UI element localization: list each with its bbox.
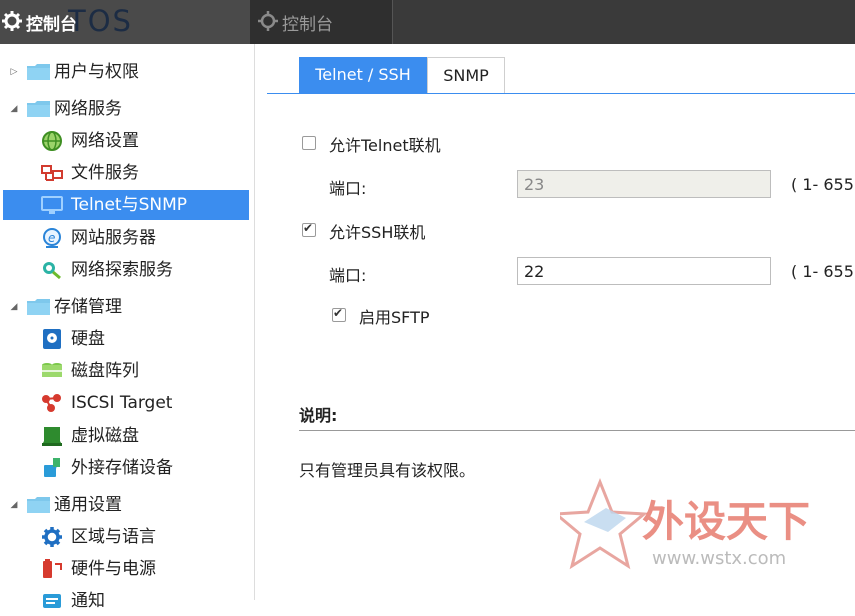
telnet-enable-checkbox[interactable] (302, 136, 316, 150)
chevron-down-icon[interactable]: ◢ (8, 292, 20, 322)
main-content: Telnet / SSH SNMP 允许Telnet联机 端口: ( 1- 65… (255, 44, 855, 600)
file-server-icon (41, 165, 63, 181)
sidebar-item-web-server[interactable]: e 网站服务器 (0, 223, 254, 253)
sidebar-item-hardware-power[interactable]: 硬件与电源 (0, 554, 254, 584)
ssh-enable-checkbox[interactable] (302, 221, 316, 237)
telnet-enable-label: 允许Telnet联机 (329, 136, 441, 155)
chevron-down-icon[interactable]: ◢ (8, 94, 20, 124)
sidebar-group-label: 网络服务 (54, 99, 122, 119)
tab-snmp[interactable]: SNMP (427, 57, 505, 93)
sidebar-item-label: 外接存储设备 (71, 458, 173, 478)
sidebar-item-label: 文件服务 (71, 163, 139, 183)
notes-title: 说明: (299, 406, 338, 425)
window-tab-control-panel[interactable]: 控制台 (250, 0, 393, 44)
sidebar-item-iscsi-target[interactable]: ISCSI Target (0, 388, 254, 418)
folder-icon (27, 64, 50, 80)
chevron-right-icon[interactable]: ▷ (8, 57, 20, 87)
sidebar: ▷ 用户与权限 ◢ 网络服务 网络设置 文件服务 Telnet与SNMP e 网… (0, 44, 255, 611)
sidebar-item-label: 网络探索服务 (71, 260, 173, 280)
telnet-port-input[interactable] (517, 170, 771, 198)
window-tab-label: 控制台 (282, 15, 333, 35)
iscsi-icon (42, 394, 61, 412)
tab-divider (267, 93, 855, 94)
telnet-port-range: ( 1- 6553 (791, 175, 855, 194)
ssh-enable-label: 允许SSH联机 (329, 223, 426, 242)
ssh-port-range: ( 1- 6553 (791, 262, 855, 281)
sidebar-item-label: 网站服务器 (71, 228, 156, 248)
sidebar-group-network-services[interactable]: ◢ 网络服务 (0, 94, 254, 124)
sidebar-item-label: 虚拟磁盘 (71, 426, 139, 446)
sidebar-item-label: 硬件与电源 (71, 559, 156, 579)
watermark-logo: 外设天下 www.wstx.com (560, 477, 810, 570)
watermark-url-text: www.wstx.com (652, 548, 786, 569)
globe-icon (42, 131, 62, 151)
battery-icon (43, 559, 62, 578)
sidebar-item-raid[interactable]: 磁盘阵列 (0, 356, 254, 386)
sidebar-item-network-discovery[interactable]: 网络探索服务 (0, 255, 254, 285)
sidebar-item-region-language[interactable]: 区域与语言 (0, 522, 254, 552)
telnet-port-label: 端口: (329, 179, 367, 198)
folder-icon (27, 497, 50, 513)
sidebar-item-external-storage[interactable]: 外接存储设备 (0, 453, 254, 483)
sidebar-item-label: Telnet与SNMP (71, 195, 188, 215)
chevron-down-icon[interactable]: ◢ (8, 490, 20, 520)
sidebar-group-label: 用户与权限 (54, 62, 139, 82)
svg-text:e: e (48, 231, 55, 245)
sidebar-item-label: ISCSI Target (71, 393, 173, 413)
ssh-port-input[interactable] (517, 257, 771, 285)
sidebar-item-notifications[interactable]: 通知 (0, 586, 254, 616)
sidebar-item-label: 区域与语言 (71, 527, 156, 547)
sftp-enable-label: 启用SFTP (359, 308, 430, 327)
gear-icon (42, 527, 62, 547)
sidebar-item-label: 硬盘 (71, 329, 105, 349)
watermark-brand-text: 外设天下 (642, 497, 810, 546)
tab-telnet-ssh[interactable]: Telnet / SSH (299, 57, 427, 93)
sidebar-group-general-settings[interactable]: ◢ 通用设置 (0, 490, 254, 520)
sidebar-group-label: 存储管理 (54, 297, 122, 317)
sidebar-item-telnet-snmp[interactable]: Telnet与SNMP (3, 190, 249, 220)
tos-logo: TOS (68, 4, 133, 38)
virtual-disk-icon (42, 427, 62, 446)
monitor-icon (41, 196, 63, 214)
web-server-icon: e (43, 228, 61, 248)
gear-icon (258, 11, 278, 31)
sidebar-item-file-services[interactable]: 文件服务 (0, 158, 254, 188)
sidebar-item-label: 磁盘阵列 (71, 361, 139, 381)
sidebar-item-hard-disk[interactable]: 硬盘 (0, 324, 254, 354)
sidebar-item-label: 网络设置 (71, 131, 139, 151)
notes-text: 只有管理员具有该权限。 (299, 461, 476, 480)
gear-icon (2, 11, 22, 31)
folder-icon (27, 299, 50, 315)
sidebar-item-virtual-disk[interactable]: 虚拟磁盘 (0, 421, 254, 451)
folder-icon (27, 101, 50, 117)
external-storage-icon (44, 458, 60, 477)
sidebar-item-label: 通知 (71, 591, 105, 611)
notes-divider (299, 430, 855, 431)
sidebar-group-label: 通用设置 (54, 495, 122, 515)
sidebar-group-storage[interactable]: ◢ 存储管理 (0, 292, 254, 322)
app-header[interactable]: 控制台 TOS (0, 0, 250, 44)
top-bar: 控制台 TOS 控制台 (0, 0, 855, 44)
ssh-port-label: 端口: (329, 266, 367, 285)
sftp-enable-checkbox[interactable] (332, 306, 346, 322)
network-discovery-icon (43, 262, 61, 280)
sidebar-group-users[interactable]: ▷ 用户与权限 (0, 57, 254, 87)
notification-icon (43, 594, 61, 608)
hard-disk-icon (43, 329, 61, 349)
sidebar-item-network-settings[interactable]: 网络设置 (0, 126, 254, 156)
disk-array-icon (42, 363, 62, 377)
